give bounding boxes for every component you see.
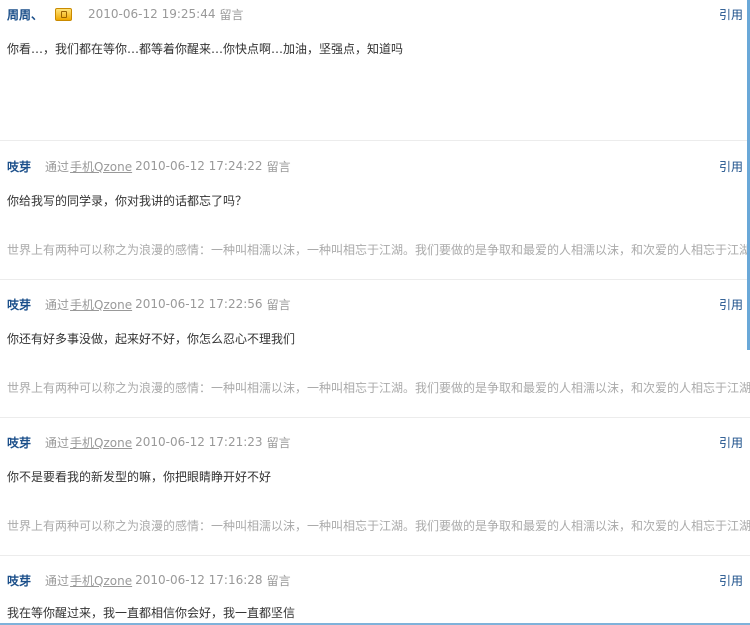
timestamp: 2010-06-12 17:22:56: [135, 297, 263, 311]
device-link[interactable]: 手机Qzone: [70, 436, 132, 450]
quote-reply-link[interactable]: 引用: [719, 434, 743, 451]
message-label: 留言: [266, 573, 291, 588]
timestamp: 2010-06-12 19:25:44: [88, 7, 216, 21]
signature-text: 世界上有两种可以称之为浪漫的感情：一种叫相濡以沫，一种叫相忘于江湖。我们要做的是…: [7, 243, 750, 257]
author-name[interactable]: 周周、: [7, 6, 43, 23]
entry-header: 周周、 2010-06-12 19:25:44 留言: [7, 4, 743, 24]
via-label: 通过手机Qzone: [45, 435, 133, 450]
entry-header: 吱芽 通过手机Qzone 2010-06-12 17:21:23 留言: [7, 432, 743, 452]
divider: [0, 555, 750, 556]
device-link[interactable]: 手机Qzone: [70, 160, 132, 174]
divider: [0, 140, 750, 141]
message-entry: 吱芽 通过手机Qzone 2010-06-12 17:16:28 留言 引用 我…: [0, 570, 750, 625]
author-name[interactable]: 吱芽: [7, 434, 31, 451]
message-label: 留言: [266, 159, 291, 174]
entry-header: 吱芽 通过手机Qzone 2010-06-12 17:24:22 留言: [7, 156, 743, 176]
signature-text: 世界上有两种可以称之为浪漫的感情：一种叫相濡以沫，一种叫相忘于江湖。我们要做的是…: [7, 381, 750, 395]
via-label: 通过手机Qzone: [45, 573, 133, 588]
divider: [0, 417, 750, 418]
message-text: 我在等你醒过来，我一直都相信你会好，我一直都坚信: [7, 606, 296, 620]
via-label: 通过手机Qzone: [45, 297, 133, 312]
timestamp: 2010-06-12 17:24:22: [135, 159, 263, 173]
device-link[interactable]: 手机Qzone: [70, 298, 132, 312]
message-label: 留言: [219, 7, 244, 22]
message-entry: 吱芽 通过手机Qzone 2010-06-12 17:22:56 留言 引用 你…: [0, 294, 750, 418]
message-text: 你不是要看我的新发型的嘛，你把眼睛睁开好不好: [7, 470, 272, 484]
message-text: 你给我写的同学录，你对我讲的话都忘了吗？: [7, 194, 248, 208]
signature-text: 世界上有两种可以称之为浪漫的感情：一种叫相濡以沫，一种叫相忘于江湖。我们要做的是…: [7, 519, 750, 533]
author-name[interactable]: 吱芽: [7, 572, 31, 589]
entry-header: 吱芽 通过手机Qzone 2010-06-12 17:16:28 留言: [7, 570, 743, 590]
quote-reply-link[interactable]: 引用: [719, 296, 743, 313]
entry-header: 吱芽 通过手机Qzone 2010-06-12 17:22:56 留言: [7, 294, 743, 314]
message-label: 留言: [266, 435, 291, 450]
timestamp: 2010-06-12 17:16:28: [135, 573, 263, 587]
device-link[interactable]: 手机Qzone: [70, 574, 132, 588]
divider: [0, 279, 750, 280]
quote-reply-link[interactable]: 引用: [719, 572, 743, 589]
timestamp: 2010-06-12 17:21:23: [135, 435, 263, 449]
quote-reply-link[interactable]: 引用: [719, 6, 743, 23]
quote-reply-link[interactable]: 引用: [719, 158, 743, 175]
guestbook: 周周、 2010-06-12 19:25:44 留言 引用 你看…，我们都在等你…: [0, 0, 750, 625]
message-entry: 周周、 2010-06-12 19:25:44 留言 引用 你看…，我们都在等你…: [0, 4, 750, 141]
message-label: 留言: [266, 297, 291, 312]
message-text: 你还有好多事没做，起来好不好，你怎么忍心不理我们: [7, 332, 296, 346]
author-name[interactable]: 吱芽: [7, 296, 31, 313]
message-entry: 吱芽 通过手机Qzone 2010-06-12 17:24:22 留言 引用 你…: [0, 156, 750, 280]
via-label: 通过手机Qzone: [45, 159, 133, 174]
message-text: 你看…，我们都在等你…都等着你醒来…你快点啊…加油，坚强点，知道吗: [7, 42, 404, 56]
message-entry: 吱芽 通过手机Qzone 2010-06-12 17:21:23 留言 引用 你…: [0, 432, 750, 556]
author-name[interactable]: 吱芽: [7, 158, 31, 175]
vip-badge-icon: [55, 7, 73, 21]
